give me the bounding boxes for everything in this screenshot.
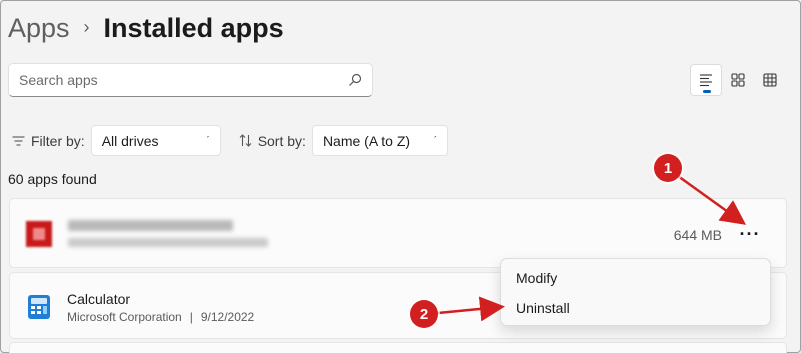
annotation-badge-2: 2	[410, 300, 438, 328]
annotation-badge-1: 1	[654, 154, 682, 182]
annotation-arrow-2	[437, 296, 505, 322]
annotation-arrows	[437, 174, 747, 322]
annotation-arrow-1	[677, 174, 747, 225]
